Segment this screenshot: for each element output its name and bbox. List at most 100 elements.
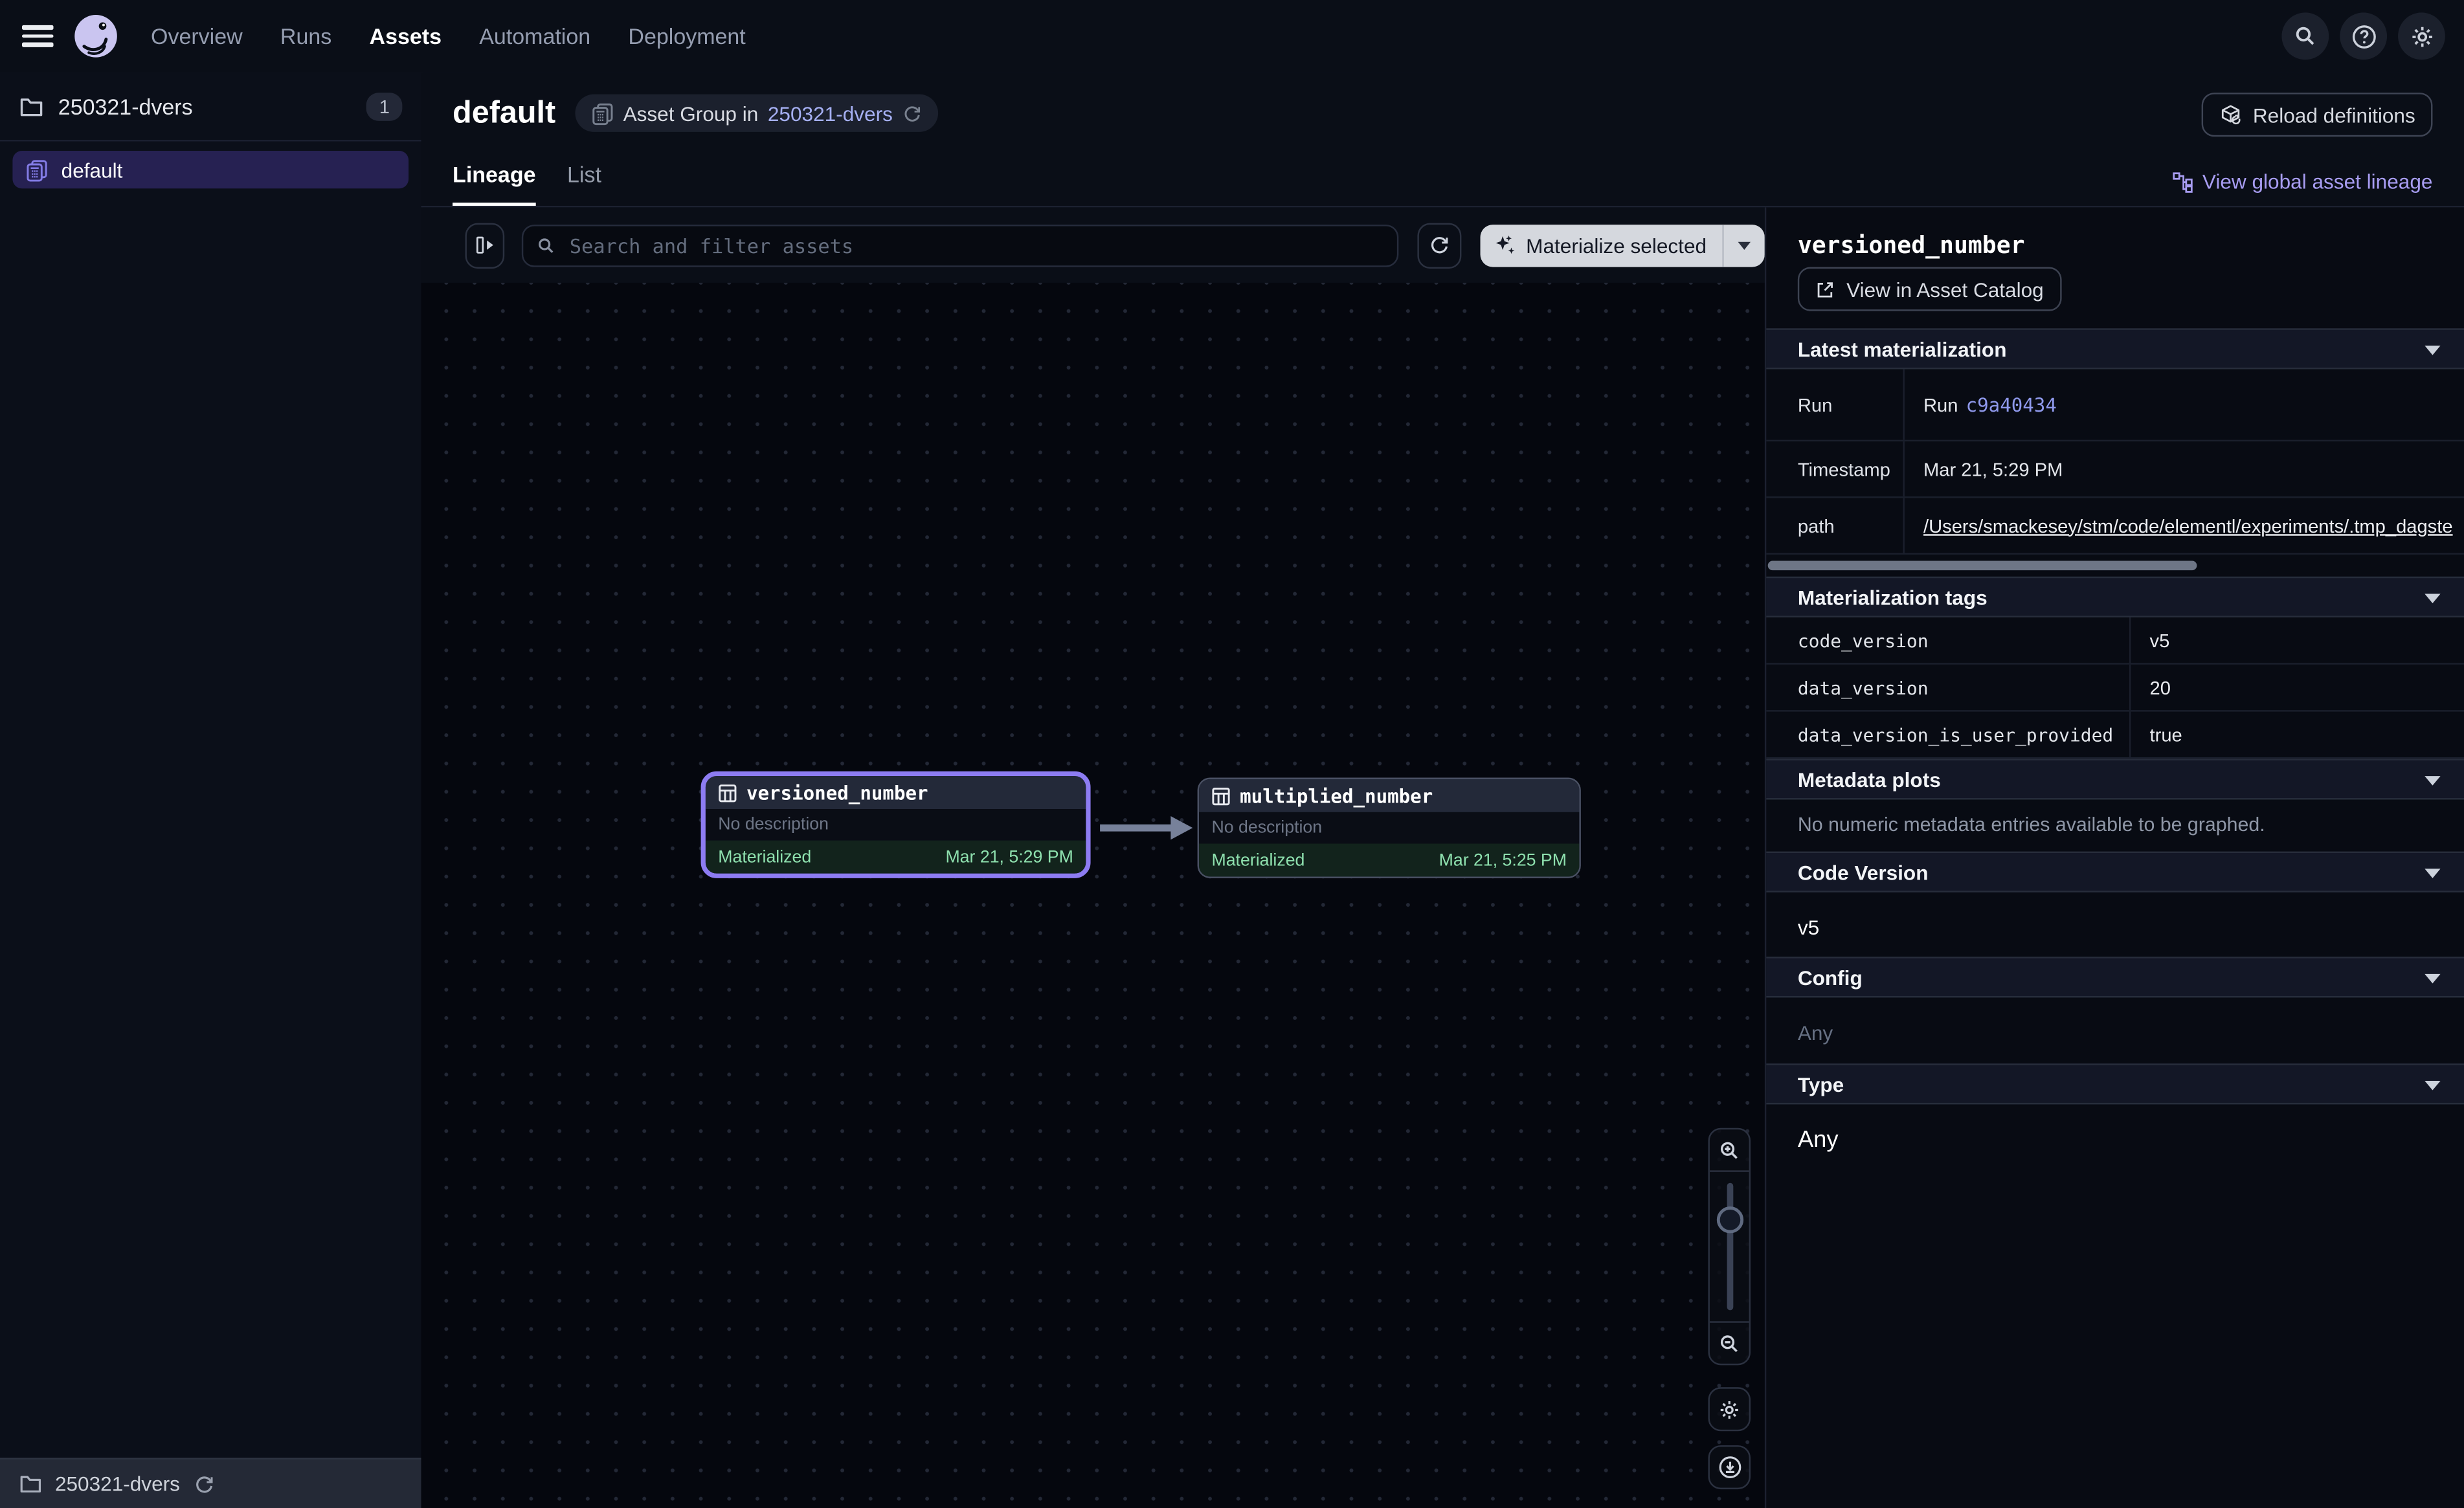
folder-icon xyxy=(19,93,44,118)
sidebar-group-label: 250321-dvers xyxy=(58,93,367,118)
materialize-dropdown-button[interactable] xyxy=(1724,234,1765,256)
collapse-sidebar-icon[interactable] xyxy=(465,222,505,267)
dagster-app: Overview Runs Assets Automation Deployme… xyxy=(0,0,2464,1508)
sparkle-icon xyxy=(1495,234,1517,256)
chevron-down-icon xyxy=(2425,973,2440,991)
asset-node-status-bar: Materialized Mar 21, 5:25 PM xyxy=(1199,843,1579,876)
chevron-down-icon xyxy=(2425,868,2440,885)
sidebar-item-default[interactable]: default xyxy=(12,151,409,188)
sidebar-footer-label: 250321-dvers xyxy=(55,1472,180,1495)
sidebar-group-row[interactable]: 250321-dvers 1 xyxy=(0,72,421,142)
view-global-asset-lineage-label: View global asset lineage xyxy=(2202,170,2433,193)
path-link[interactable]: /Users/smackesey/stm/code/elementl/exper… xyxy=(1923,515,2453,537)
type-value: Any xyxy=(1798,1126,1839,1153)
section-code-version[interactable]: Code Version xyxy=(1766,852,2464,893)
view-in-asset-catalog-button[interactable]: View in Asset Catalog xyxy=(1798,267,2061,311)
tab-list[interactable]: List xyxy=(567,162,601,206)
nav-automation[interactable]: Automation xyxy=(479,23,590,49)
table-icon xyxy=(1211,786,1230,805)
search-icon[interactable] xyxy=(2281,12,2329,60)
tag-key: code_version xyxy=(1766,617,2131,663)
sidebar: 250321-dvers 1 default 250321-dvers xyxy=(0,72,423,1508)
asset-search-box xyxy=(522,224,1398,267)
graph-toolbar: Materialize selected xyxy=(421,207,1765,283)
row-label: path xyxy=(1766,498,1905,553)
asset-node-description: No description xyxy=(1199,812,1579,844)
section-config[interactable]: Config xyxy=(1766,957,2464,997)
nav-actions xyxy=(2281,12,2445,60)
tag-row: data_version 20 xyxy=(1766,665,2464,712)
help-icon[interactable] xyxy=(2340,12,2387,60)
section-title: Metadata plots xyxy=(1798,768,2425,791)
view-global-asset-lineage-link[interactable]: View global asset lineage xyxy=(2171,170,2432,193)
lineage-graph-pane: Materialize selected versioned_number No… xyxy=(421,207,1765,1508)
asset-node-multiplied-number[interactable]: multiplied_number No description Materia… xyxy=(1198,778,1581,878)
zoom-in-icon[interactable] xyxy=(1710,1129,1749,1170)
lineage-canvas[interactable]: versioned_number No description Material… xyxy=(421,283,1765,1508)
materialized-timestamp: Mar 21, 5:25 PM xyxy=(1439,850,1567,869)
zoom-slider-thumb[interactable] xyxy=(1716,1206,1743,1233)
nav-items: Overview Runs Assets Automation Deployme… xyxy=(151,23,746,49)
chevron-down-icon xyxy=(2425,1080,2440,1098)
nav-overview[interactable]: Overview xyxy=(151,23,243,49)
badge-group-link[interactable]: 250321-dvers xyxy=(768,102,893,125)
graph-settings-gear-icon[interactable] xyxy=(1708,1387,1751,1431)
tag-value: 20 xyxy=(2131,665,2464,710)
asset-node-header: versioned_number xyxy=(706,776,1086,809)
section-title: Config xyxy=(1798,966,2425,989)
horizontal-scrollbar[interactable] xyxy=(1768,561,2197,571)
section-materialization-tags[interactable]: Materialization tags xyxy=(1766,577,2464,617)
table-row-path: path /Users/smackesey/stm/code/elementl/… xyxy=(1766,498,2464,554)
section-latest-materialization[interactable]: Latest materialization xyxy=(1766,328,2464,369)
chevron-down-icon xyxy=(2425,593,2440,610)
materialize-selected-button[interactable]: Materialize selected xyxy=(1481,224,1765,267)
section-type[interactable]: Type xyxy=(1766,1063,2464,1104)
tag-value: true xyxy=(2131,712,2464,757)
nav-runs[interactable]: Runs xyxy=(280,23,331,49)
nav-deployment[interactable]: Deployment xyxy=(628,23,745,49)
zoom-out-icon[interactable] xyxy=(1710,1323,1749,1364)
metadata-plots-empty-text: No numeric metadata entries available to… xyxy=(1798,814,2265,836)
materialized-timestamp: Mar 21, 5:29 PM xyxy=(945,848,1073,867)
materialize-selected-label: Materialize selected xyxy=(1526,233,1707,256)
sidebar-count-badge: 1 xyxy=(366,92,402,120)
search-input[interactable] xyxy=(566,232,1384,258)
menu-icon[interactable] xyxy=(22,25,54,47)
refresh-icon[interactable] xyxy=(902,103,923,124)
chevron-down-icon xyxy=(2425,345,2440,362)
search-icon xyxy=(537,235,557,256)
section-title: Type xyxy=(1798,1072,2425,1096)
run-prefix: Run xyxy=(1923,394,1958,416)
panel-asset-title: versioned_number xyxy=(1798,231,2025,260)
refresh-icon[interactable] xyxy=(192,1473,214,1495)
refresh-graph-icon[interactable] xyxy=(1417,222,1462,267)
settings-gear-icon[interactable] xyxy=(2398,12,2445,60)
tab-bar: Lineage List xyxy=(453,162,601,206)
reload-cube-icon xyxy=(2218,103,2241,126)
folder-icon xyxy=(19,1472,42,1495)
section-title: Code Version xyxy=(1798,860,2425,883)
external-link-icon xyxy=(1815,279,1836,300)
section-metadata-plots[interactable]: Metadata plots xyxy=(1766,759,2464,799)
asset-group-icon xyxy=(590,102,614,125)
badge-prefix: Asset Group in xyxy=(623,102,759,125)
download-image-icon[interactable] xyxy=(1708,1445,1751,1489)
run-id-link[interactable]: c9a40434 xyxy=(1966,394,2057,416)
asset-node-status-bar: Materialized Mar 21, 5:29 PM xyxy=(706,841,1086,874)
reload-definitions-label: Reload definitions xyxy=(2253,103,2415,126)
asset-node-name: multiplied_number xyxy=(1240,784,1433,806)
tag-row: data_version_is_user_provided true xyxy=(1766,712,2464,759)
tag-value: v5 xyxy=(2131,617,2464,663)
sidebar-item-label: default xyxy=(62,158,123,181)
asset-node-versioned-number[interactable]: versioned_number No description Material… xyxy=(701,771,1091,878)
sidebar-footer: 250321-dvers xyxy=(0,1458,421,1508)
tag-key: data_version_is_user_provided xyxy=(1766,712,2131,757)
asset-node-name: versioned_number xyxy=(746,782,928,804)
dagster-logo-icon[interactable] xyxy=(73,12,120,60)
code-version-value: v5 xyxy=(1798,916,1819,939)
tab-lineage[interactable]: Lineage xyxy=(453,162,535,206)
nav-assets[interactable]: Assets xyxy=(370,23,442,49)
tag-key: data_version xyxy=(1766,665,2131,710)
zoom-slider[interactable] xyxy=(1710,1170,1749,1322)
reload-definitions-button[interactable]: Reload definitions xyxy=(2201,93,2433,137)
